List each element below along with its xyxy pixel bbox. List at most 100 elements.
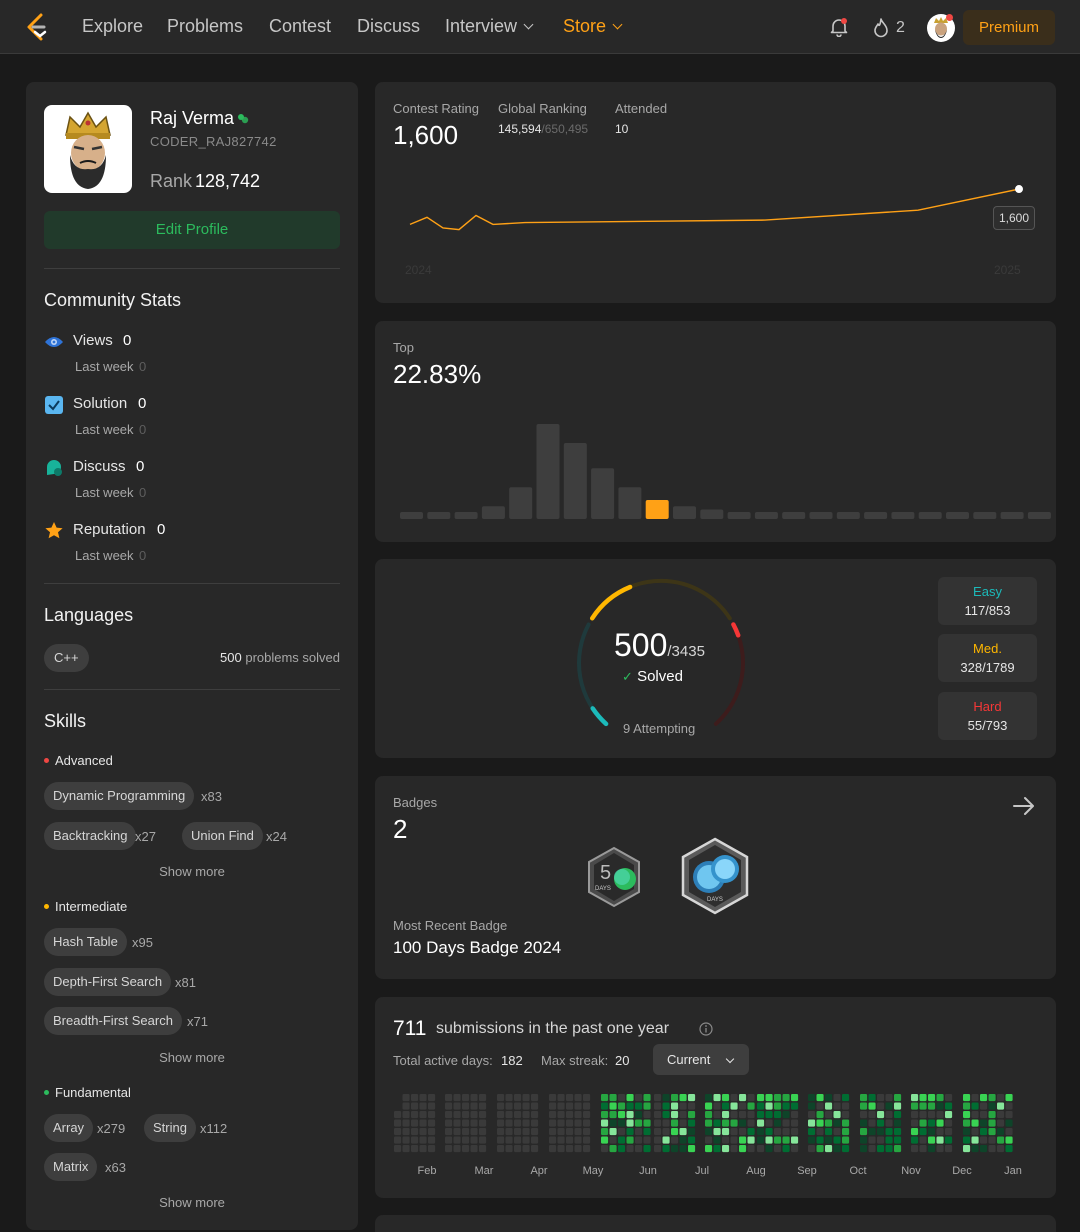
heatmap-cell bbox=[868, 1136, 876, 1144]
heatmap-cell bbox=[757, 1119, 765, 1127]
distribution-bar bbox=[645, 500, 669, 519]
show-more-intermediate-button[interactable]: Show more bbox=[26, 1050, 358, 1065]
heatmap-cell bbox=[739, 1136, 747, 1144]
stat-views-value: 0 bbox=[123, 332, 132, 349]
heatmap-cell bbox=[774, 1136, 782, 1144]
heatmap-cell bbox=[566, 1119, 574, 1127]
distribution-bar bbox=[427, 512, 451, 519]
heatmap-cell bbox=[713, 1111, 721, 1119]
hard-stat-box[interactable]: Hard 55/793 bbox=[938, 692, 1037, 740]
heatmap-cell bbox=[936, 1145, 944, 1153]
heatmap-cell bbox=[971, 1094, 979, 1102]
badge-five-glyph: 5 bbox=[600, 862, 611, 884]
heatmap-cell bbox=[601, 1111, 609, 1119]
heatmap-cell bbox=[601, 1094, 609, 1102]
heatmap-cell bbox=[868, 1119, 876, 1127]
heatmap-cell bbox=[618, 1111, 626, 1119]
100-days-badge-icon[interactable]: DAYS bbox=[679, 837, 751, 917]
skill-chip[interactable]: String bbox=[144, 1114, 196, 1142]
heatmap-cell bbox=[671, 1102, 679, 1110]
language-problems-solved: 500 problems solved bbox=[220, 650, 340, 665]
heatmap-cell bbox=[549, 1111, 557, 1119]
heatmap-cell bbox=[988, 1145, 996, 1153]
distribution-bar bbox=[591, 468, 615, 519]
skill-chip[interactable]: Breadth-First Search bbox=[44, 1007, 182, 1035]
heatmap-cell bbox=[549, 1119, 557, 1127]
skill-chip[interactable]: Array bbox=[44, 1114, 94, 1142]
nav-problems[interactable]: Problems bbox=[167, 16, 243, 37]
heatmap-cell bbox=[688, 1111, 696, 1119]
heatmap-cell bbox=[601, 1136, 609, 1144]
heatmap-cell bbox=[479, 1094, 487, 1102]
edit-profile-button[interactable]: Edit Profile bbox=[44, 211, 340, 249]
fire-icon[interactable] bbox=[872, 18, 890, 38]
distribution-bar bbox=[700, 509, 724, 519]
heatmap-cell bbox=[747, 1136, 755, 1144]
nav-contest[interactable]: Contest bbox=[269, 16, 331, 37]
heatmap-cell bbox=[894, 1128, 902, 1136]
skill-chip[interactable]: Union Find bbox=[182, 822, 263, 850]
heatmap-cell bbox=[833, 1094, 841, 1102]
heatmap-cell bbox=[1005, 1102, 1013, 1110]
month-label: May bbox=[583, 1165, 604, 1177]
leetcode-logo-icon[interactable] bbox=[24, 12, 50, 42]
arrow-right-icon[interactable] bbox=[1012, 795, 1036, 817]
show-more-advanced-button[interactable]: Show more bbox=[26, 864, 358, 879]
heatmap-cell bbox=[445, 1136, 453, 1144]
premium-button[interactable]: Premium bbox=[963, 10, 1055, 45]
heatmap-cell bbox=[945, 1136, 953, 1144]
heatmap-cell bbox=[411, 1145, 419, 1153]
attempting-count: 9 Attempting bbox=[623, 721, 696, 736]
skill-chip[interactable]: Matrix bbox=[44, 1153, 98, 1181]
heatmap-cell bbox=[705, 1119, 713, 1127]
nav-discuss[interactable]: Discuss bbox=[357, 16, 420, 37]
heatmap-cell bbox=[574, 1111, 582, 1119]
heatmap-cell bbox=[765, 1145, 773, 1153]
heatmap-cell bbox=[928, 1102, 936, 1110]
easy-stat-box[interactable]: Easy 117/853 bbox=[938, 577, 1037, 625]
heatmap-cell bbox=[654, 1145, 662, 1153]
show-more-fundamental-button[interactable]: Show more bbox=[26, 1195, 358, 1210]
heatmap-cell bbox=[816, 1094, 824, 1102]
heatmap-cell bbox=[1005, 1128, 1013, 1136]
skill-chip[interactable]: Dynamic Programming bbox=[44, 782, 195, 810]
heatmap-cell bbox=[462, 1128, 470, 1136]
medium-stat-box[interactable]: Med. 328/1789 bbox=[938, 634, 1037, 682]
heatmap-cell bbox=[842, 1145, 850, 1153]
heatmap-cell bbox=[462, 1136, 470, 1144]
heatmap-cell bbox=[566, 1102, 574, 1110]
heatmap-cell bbox=[774, 1102, 782, 1110]
heatmap-cell bbox=[860, 1111, 868, 1119]
heatmap-cell bbox=[445, 1111, 453, 1119]
50-days-badge-icon[interactable]: 5 DAYS bbox=[585, 846, 643, 908]
skill-chip[interactable]: Hash Table bbox=[44, 928, 127, 956]
heatmap-cell bbox=[574, 1128, 582, 1136]
heatmap-cell bbox=[747, 1111, 755, 1119]
heatmap-cell bbox=[549, 1145, 557, 1153]
skill-chip[interactable]: Backtracking bbox=[44, 822, 137, 850]
language-chip-cpp[interactable]: C++ bbox=[44, 644, 89, 672]
skill-chip[interactable]: Depth-First Search bbox=[44, 968, 172, 996]
rating-tooltip: 1,600 bbox=[993, 206, 1035, 230]
heatmap-cell bbox=[601, 1119, 609, 1127]
heatmap-cell bbox=[479, 1145, 487, 1153]
heatmap-cell bbox=[774, 1145, 782, 1153]
heatmap-cell bbox=[662, 1094, 670, 1102]
nav-explore[interactable]: Explore bbox=[82, 16, 143, 37]
heatmap-cell bbox=[497, 1128, 505, 1136]
heatmap-cell bbox=[971, 1111, 979, 1119]
year-start-label: 2024 bbox=[405, 263, 432, 277]
heatmap-cell bbox=[549, 1102, 557, 1110]
heatmap-cell bbox=[928, 1136, 936, 1144]
heatmap-cell bbox=[868, 1145, 876, 1153]
hard-value: 55/793 bbox=[967, 718, 1008, 733]
nav-interview[interactable]: Interview bbox=[445, 16, 534, 37]
badge2-text: DAYS bbox=[707, 897, 723, 903]
nav-store[interactable]: Store bbox=[563, 16, 623, 37]
heatmap-cell bbox=[445, 1119, 453, 1127]
heatmap-cell bbox=[816, 1136, 824, 1144]
skill-count: x95 bbox=[132, 935, 153, 950]
heatmap-cell bbox=[470, 1128, 478, 1136]
stat-reputation-sub-value: 0 bbox=[139, 548, 147, 563]
solved-total: /3435 bbox=[667, 643, 705, 660]
